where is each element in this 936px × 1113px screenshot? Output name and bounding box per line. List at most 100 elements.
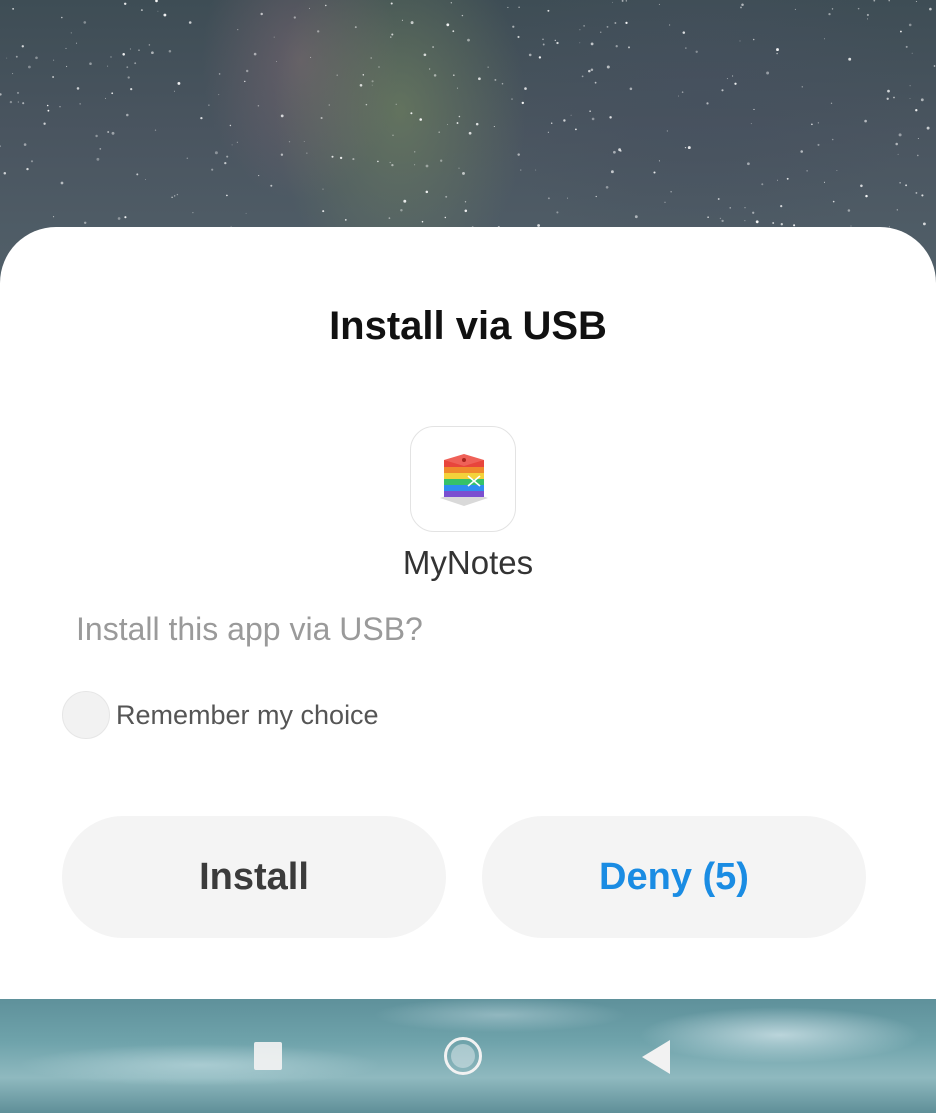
star	[144, 178, 147, 181]
star	[331, 155, 334, 158]
star	[244, 80, 246, 83]
star	[400, 209, 403, 212]
star	[257, 105, 260, 107]
star	[847, 209, 851, 212]
star	[595, 195, 597, 198]
star	[521, 101, 525, 105]
star	[47, 109, 50, 112]
star	[817, 122, 819, 124]
star	[320, 116, 323, 120]
install-question: Install this app via USB?	[76, 611, 423, 647]
star	[547, 197, 550, 200]
star	[344, 219, 347, 221]
circle-home-icon[interactable]	[442, 1035, 484, 1077]
star	[905, 184, 908, 187]
star	[395, 103, 397, 105]
star	[53, 59, 55, 61]
dialog-title: Install via USB	[329, 304, 607, 348]
remember-choice-checkbox[interactable]	[62, 691, 110, 739]
star	[371, 80, 374, 83]
star	[590, 42, 594, 46]
star	[830, 102, 833, 104]
star	[761, 183, 764, 186]
star	[127, 76, 130, 79]
star	[926, 126, 930, 130]
star	[310, 56, 312, 58]
star	[494, 78, 497, 81]
star	[933, 65, 936, 67]
star	[734, 82, 737, 85]
star	[752, 211, 755, 214]
star	[414, 151, 416, 153]
star	[898, 133, 902, 137]
star	[444, 216, 446, 219]
star	[391, 163, 394, 167]
triangle-back-icon[interactable]	[640, 1038, 672, 1076]
star	[171, 196, 173, 198]
remember-choice-label[interactable]: Remember my choice	[116, 700, 379, 731]
star	[30, 160, 34, 163]
star	[464, 209, 468, 213]
star	[260, 12, 263, 16]
star	[721, 89, 724, 92]
star	[726, 78, 728, 80]
star	[339, 156, 343, 160]
star	[110, 56, 112, 58]
star	[362, 74, 365, 76]
star	[786, 177, 789, 180]
star	[929, 7, 932, 11]
star	[129, 48, 131, 50]
remember-choice-row[interactable]: Remember my choice	[62, 689, 379, 741]
star	[780, 223, 783, 226]
star	[428, 68, 431, 70]
star	[501, 82, 504, 85]
star	[556, 211, 559, 214]
star	[354, 26, 357, 29]
star	[857, 7, 860, 10]
star	[625, 21, 628, 25]
star	[653, 171, 656, 174]
star	[200, 116, 203, 120]
star	[389, 161, 391, 164]
install-button[interactable]: Install	[62, 816, 446, 938]
star	[140, 9, 143, 12]
square-recents-icon[interactable]	[254, 1042, 282, 1070]
star	[122, 53, 125, 56]
star	[322, 188, 324, 190]
star	[467, 38, 470, 42]
star	[542, 43, 545, 46]
star	[352, 158, 355, 161]
star	[237, 29, 239, 31]
star	[458, 115, 461, 118]
star	[66, 65, 68, 68]
star	[487, 66, 489, 68]
star	[425, 190, 429, 194]
star	[695, 50, 698, 53]
star	[43, 122, 46, 125]
star	[111, 131, 115, 135]
star	[899, 182, 901, 184]
star	[258, 175, 260, 177]
star	[776, 48, 779, 52]
star	[848, 57, 852, 61]
star	[517, 153, 520, 156]
star	[231, 144, 233, 146]
star	[65, 47, 67, 49]
star	[895, 142, 898, 146]
star	[445, 195, 448, 198]
star	[104, 97, 107, 99]
star	[547, 9, 550, 12]
star	[328, 104, 330, 106]
star	[629, 87, 633, 91]
star	[864, 119, 867, 123]
star	[450, 2, 452, 4]
star	[52, 76, 55, 78]
star	[107, 65, 109, 67]
star	[627, 46, 631, 49]
deny-button[interactable]: Deny (5)	[482, 816, 866, 938]
star	[134, 62, 137, 65]
star	[75, 42, 78, 44]
star	[721, 219, 724, 223]
star	[806, 170, 808, 172]
star	[744, 220, 746, 222]
